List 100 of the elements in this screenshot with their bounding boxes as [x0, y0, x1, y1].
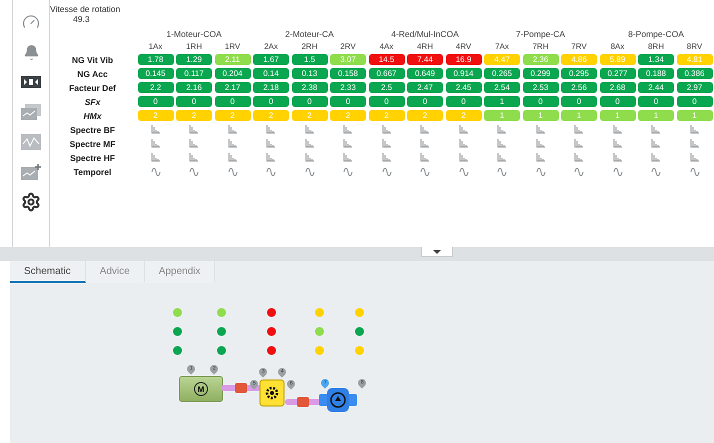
spectrum-icon[interactable]	[189, 153, 199, 162]
spectrum-icon[interactable]	[343, 139, 353, 148]
spectrum-icon[interactable]	[266, 139, 276, 148]
spectrum-icon[interactable]	[150, 125, 160, 134]
wave-icon[interactable]	[536, 168, 546, 176]
value-cell[interactable]: 0.204	[214, 68, 250, 79]
spectrum-icon[interactable]	[651, 153, 661, 162]
value-cell[interactable]: 2.36	[522, 54, 558, 65]
value-cell[interactable]: 0	[292, 96, 328, 107]
value-cell[interactable]: 1.5	[292, 54, 328, 65]
wave-icon[interactable]	[266, 168, 276, 176]
value-cell[interactable]: 2.33	[330, 82, 366, 93]
value-cell[interactable]: 2.45	[446, 82, 482, 93]
spectrum-icon[interactable]	[420, 153, 430, 162]
spectrum-icon[interactable]	[189, 139, 199, 148]
value-cell[interactable]: 2.5	[368, 82, 404, 93]
value-cell[interactable]: 0.145	[138, 68, 174, 79]
value-cell[interactable]: 16.9	[446, 54, 482, 65]
spectrum-icon[interactable]	[420, 139, 430, 148]
wave-icon[interactable]	[304, 168, 314, 176]
spectrum-icon[interactable]	[304, 125, 314, 134]
spectrum-icon[interactable]	[497, 139, 507, 148]
spectrum-icon[interactable]	[458, 153, 468, 162]
value-cell[interactable]: 0	[446, 96, 482, 107]
spectrum-icon[interactable]	[189, 125, 199, 134]
value-cell[interactable]: 3.07	[330, 54, 366, 65]
value-cell[interactable]: 1	[484, 110, 520, 121]
wave-icon[interactable]	[612, 168, 622, 176]
spectrum-icon[interactable]	[536, 125, 546, 134]
value-cell[interactable]: 1	[638, 110, 674, 121]
gauge-icon[interactable]	[22, 13, 40, 31]
settings-icon[interactable]	[21, 192, 41, 212]
value-cell[interactable]: 0.117	[176, 68, 212, 79]
spectrum-icon[interactable]	[536, 139, 546, 148]
spectrum-icon[interactable]	[574, 139, 584, 148]
value-cell[interactable]: 1.34	[638, 54, 674, 65]
spectrum-icon[interactable]	[536, 153, 546, 162]
wave-icon[interactable]	[651, 168, 661, 176]
spectrum-icon[interactable]	[382, 139, 392, 148]
wave-icon[interactable]	[420, 168, 430, 176]
wave-icon[interactable]	[574, 168, 584, 176]
wave-icon[interactable]	[343, 168, 353, 176]
gearbox-drawing[interactable]	[259, 379, 285, 407]
value-cell[interactable]: 0.13	[292, 68, 328, 79]
tab[interactable]: Appendix	[144, 261, 216, 283]
chart-windows-icon[interactable]	[21, 104, 41, 120]
wave-icon[interactable]	[458, 168, 468, 176]
value-cell[interactable]: 1	[676, 110, 712, 121]
spectrum-icon[interactable]	[574, 153, 584, 162]
spectrum-icon[interactable]	[458, 139, 468, 148]
value-cell[interactable]: 2.11	[214, 54, 250, 65]
value-cell[interactable]: 2.47	[407, 82, 443, 93]
value-cell[interactable]: 1	[522, 110, 558, 121]
value-cell[interactable]: 0	[368, 96, 404, 107]
value-cell[interactable]: 0	[176, 96, 212, 107]
value-cell[interactable]: 0.914	[446, 68, 482, 79]
value-cell[interactable]: 0	[407, 96, 443, 107]
pump-drawing[interactable]	[319, 387, 357, 413]
motor-drawing[interactable]: M	[179, 376, 223, 402]
value-cell[interactable]: 2.38	[292, 82, 328, 93]
spectrum-icon[interactable]	[304, 153, 314, 162]
value-cell[interactable]: 2.56	[561, 82, 597, 93]
spectrum-icon[interactable]	[228, 139, 238, 148]
spectrum-icon[interactable]	[458, 125, 468, 134]
wave-icon[interactable]	[497, 168, 507, 176]
value-cell[interactable]: 2.68	[600, 82, 636, 93]
spectrum-icon[interactable]	[266, 125, 276, 134]
spectrum-icon[interactable]	[651, 139, 661, 148]
chart-icon[interactable]	[21, 134, 41, 150]
spectrum-icon[interactable]	[382, 153, 392, 162]
value-cell[interactable]: 2.2	[138, 82, 174, 93]
value-cell[interactable]: 0	[676, 96, 712, 107]
spectrum-icon[interactable]	[304, 139, 314, 148]
value-cell[interactable]: 1.67	[253, 54, 289, 65]
tab[interactable]: Advice	[86, 261, 145, 283]
value-cell[interactable]: 2.54	[484, 82, 520, 93]
spectrum-icon[interactable]	[382, 125, 392, 134]
spectrum-icon[interactable]	[228, 153, 238, 162]
value-cell[interactable]: 0.649	[407, 68, 443, 79]
spectrum-icon[interactable]	[266, 153, 276, 162]
spectrum-icon[interactable]	[150, 139, 160, 148]
spectrum-icon[interactable]	[420, 125, 430, 134]
value-cell[interactable]: 0	[638, 96, 674, 107]
value-cell[interactable]: 1	[561, 110, 597, 121]
wave-icon[interactable]	[382, 168, 392, 176]
spectrum-icon[interactable]	[150, 153, 160, 162]
tab[interactable]: Schematic	[10, 261, 86, 283]
value-cell[interactable]: 0	[330, 96, 366, 107]
value-cell[interactable]: 0	[138, 96, 174, 107]
value-cell[interactable]: 7.44	[407, 54, 443, 65]
spectrum-icon[interactable]	[612, 153, 622, 162]
wave-icon[interactable]	[228, 168, 238, 176]
value-cell[interactable]: 1.29	[176, 54, 212, 65]
film-strip-icon[interactable]	[21, 76, 41, 88]
spectrum-icon[interactable]	[343, 125, 353, 134]
spectrum-icon[interactable]	[690, 153, 700, 162]
spectrum-icon[interactable]	[574, 125, 584, 134]
spectrum-icon[interactable]	[497, 125, 507, 134]
value-cell[interactable]: 2.18	[253, 82, 289, 93]
value-cell[interactable]: 0	[214, 96, 250, 107]
